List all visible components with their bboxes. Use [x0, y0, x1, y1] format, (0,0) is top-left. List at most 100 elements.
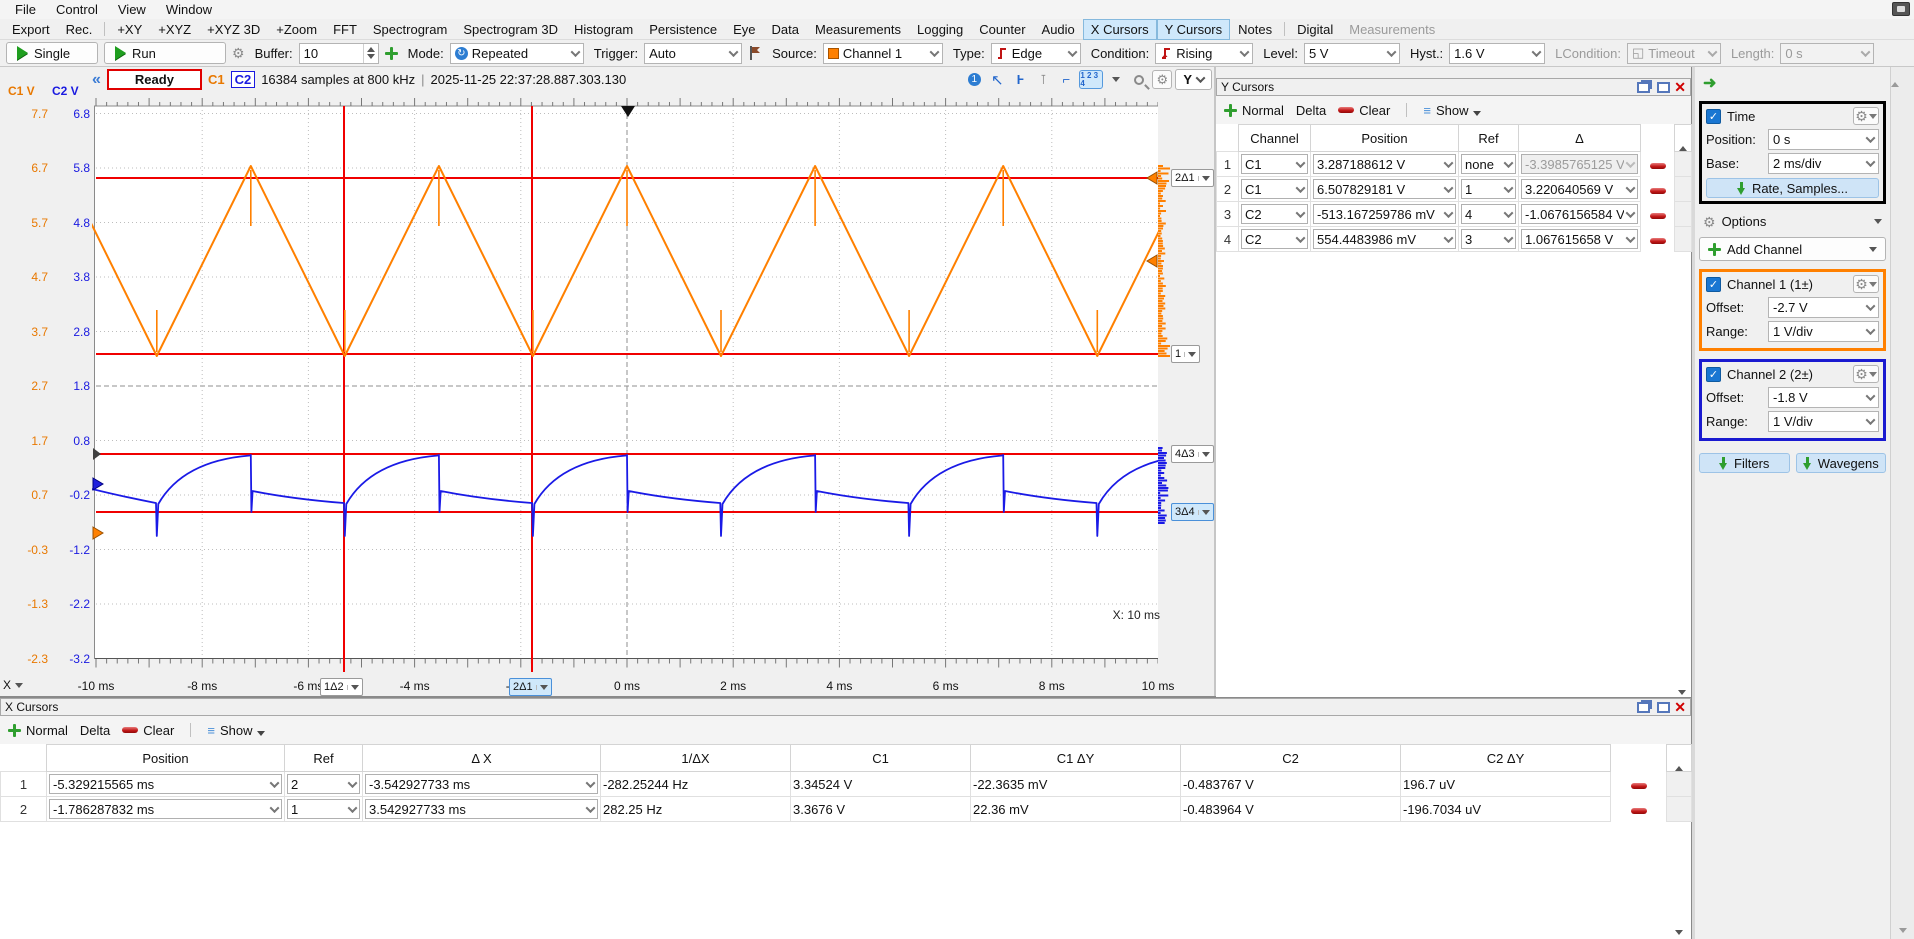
- tab-xy[interactable]: +XY: [109, 19, 150, 40]
- tab-logging[interactable]: Logging: [909, 19, 971, 40]
- options-row[interactable]: ⚙ Options: [1699, 212, 1886, 231]
- scrollbar[interactable]: [1675, 202, 1692, 227]
- channel1-checkbox[interactable]: ✓: [1706, 277, 1721, 292]
- tab-histogram[interactable]: Histogram: [566, 19, 641, 40]
- channel1-offset-select[interactable]: -2.7 V: [1768, 297, 1879, 318]
- position-field[interactable]: -1.786287832 ms: [49, 799, 282, 819]
- clear-cursors-button[interactable]: Clear: [1338, 103, 1390, 118]
- ref-select[interactable]: 3: [1461, 229, 1516, 249]
- tab-xyz[interactable]: +XYZ: [150, 19, 199, 40]
- x-cursor-badge[interactable]: 2Δ1: [509, 678, 552, 696]
- rate-samples-button[interactable]: Rate, Samples...: [1706, 178, 1879, 198]
- delta-field[interactable]: 3.220640569 V: [1521, 179, 1638, 199]
- level-select[interactable]: 5 V: [1304, 43, 1400, 64]
- scrollbar[interactable]: [1667, 772, 1692, 797]
- menu-control[interactable]: Control: [47, 1, 107, 18]
- delete-cursor-button[interactable]: [1650, 213, 1666, 219]
- scrollbar-down[interactable]: [1674, 690, 1690, 695]
- menu-file[interactable]: File: [6, 1, 45, 18]
- gear-icon[interactable]: ⚙: [1152, 70, 1172, 89]
- scrollbar[interactable]: [1667, 797, 1692, 822]
- y-axis-mode-button[interactable]: Y: [1175, 69, 1212, 90]
- fit-horizontal-icon[interactable]: Ⱶ: [1010, 70, 1030, 89]
- scrollbar[interactable]: [1675, 125, 1692, 152]
- run-button[interactable]: Run: [104, 42, 226, 64]
- float-window-icon[interactable]: [1637, 82, 1650, 93]
- float-window-icon[interactable]: [1637, 702, 1650, 713]
- x-cursor-badge[interactable]: 1Δ2: [320, 678, 363, 696]
- position-field[interactable]: 6.507829181 V: [1313, 179, 1456, 199]
- single-button[interactable]: Single: [6, 42, 98, 64]
- channel1-range-select[interactable]: 1 V/div: [1768, 321, 1879, 342]
- tab-xyz3d[interactable]: +XYZ 3D: [199, 19, 268, 40]
- tab-digital[interactable]: Digital: [1289, 19, 1341, 40]
- position-field[interactable]: 554.4483986 mV: [1313, 229, 1456, 249]
- tab-data[interactable]: Data: [764, 19, 807, 40]
- tab-spectrogram3d[interactable]: Spectrogram 3D: [455, 19, 566, 40]
- channel-select[interactable]: C1: [1241, 154, 1308, 174]
- tab-zoom[interactable]: +Zoom: [268, 19, 325, 40]
- scrollbar-down[interactable]: [1670, 930, 1688, 935]
- trigger-select[interactable]: Auto: [644, 43, 742, 64]
- position-field[interactable]: 3.287188612 V: [1313, 154, 1456, 174]
- delete-cursor-button[interactable]: [1631, 783, 1647, 789]
- channel-select[interactable]: C2: [1241, 204, 1308, 224]
- magnifier-icon[interactable]: [1129, 70, 1149, 89]
- y-cursor-badge[interactable]: 3Δ4: [1171, 503, 1214, 521]
- tab-counter[interactable]: Counter: [971, 19, 1033, 40]
- add-normal-cursor-button[interactable]: Normal: [8, 723, 68, 738]
- add-acquisition-icon[interactable]: [385, 47, 398, 60]
- add-channel-button[interactable]: Add Channel: [1699, 237, 1886, 261]
- ref-select[interactable]: 2: [287, 774, 360, 794]
- channel2-range-select[interactable]: 1 V/div: [1768, 411, 1879, 432]
- tab-y-cursors[interactable]: Y Cursors: [1157, 19, 1231, 40]
- menu-view[interactable]: View: [109, 1, 155, 18]
- expand-arrow-icon[interactable]: ➜: [1703, 73, 1886, 93]
- ref-select[interactable]: 4: [1461, 204, 1516, 224]
- y-cursors-title-bar[interactable]: Y Cursors ✕: [1216, 78, 1691, 96]
- ref-select[interactable]: 1: [287, 799, 360, 819]
- y-cursor-badge[interactable]: 4Δ3: [1171, 445, 1214, 463]
- add-delta-cursor-button[interactable]: Delta: [80, 723, 110, 738]
- c1-tag[interactable]: C1: [208, 72, 225, 87]
- tab-fft[interactable]: FFT: [325, 19, 365, 40]
- clear-cursors-button[interactable]: Clear: [122, 723, 174, 738]
- dx-field[interactable]: -3.542927733 ms: [365, 774, 598, 794]
- lcondition-select[interactable]: ◱ Timeout: [1627, 43, 1721, 64]
- scope-plot[interactable]: [92, 92, 1158, 676]
- add-normal-cursor-button[interactable]: Normal: [1224, 103, 1284, 118]
- collapse-chevrons-icon[interactable]: «: [92, 73, 101, 87]
- tab-audio[interactable]: Audio: [1034, 19, 1083, 40]
- delete-cursor-button[interactable]: [1650, 238, 1666, 244]
- show-menu-button[interactable]: ≡ Show: [1423, 103, 1481, 118]
- ref-select[interactable]: 1: [1461, 179, 1516, 199]
- x-cursors-title-bar[interactable]: X Cursors ✕: [0, 698, 1691, 716]
- wavegens-button[interactable]: Wavegens: [1796, 453, 1887, 473]
- quad-view-button[interactable]: 1 2 3 4: [1079, 70, 1103, 89]
- channel-select[interactable]: C1: [1241, 179, 1308, 199]
- tab-x-cursors[interactable]: X Cursors: [1083, 19, 1157, 40]
- time-base-select[interactable]: 2 ms/div: [1768, 153, 1879, 174]
- delete-cursor-button[interactable]: [1631, 808, 1647, 814]
- maximize-window-icon[interactable]: [1657, 82, 1670, 93]
- y-cursor-badge[interactable]: 2Δ1: [1171, 169, 1214, 187]
- align-levels-icon[interactable]: ⌐: [1056, 70, 1076, 89]
- dx-field[interactable]: 3.542927733 ms: [365, 799, 598, 819]
- mode-select[interactable]: ↻ Repeated: [450, 43, 584, 64]
- ref-select[interactable]: none: [1461, 154, 1516, 174]
- spin-arrows[interactable]: [363, 44, 378, 63]
- scrollbar[interactable]: [1675, 177, 1692, 202]
- c2-tag[interactable]: C2: [231, 71, 256, 88]
- x-axis-mode-button[interactable]: X: [3, 678, 23, 692]
- delta-field[interactable]: -1.0676156584 V: [1521, 204, 1638, 224]
- tab-eye[interactable]: Eye: [725, 19, 763, 40]
- caret-down-icon[interactable]: [1106, 70, 1126, 89]
- scrollbar[interactable]: [1675, 227, 1692, 252]
- tab-notes[interactable]: Notes: [1230, 19, 1280, 40]
- condition-select[interactable]: Rising: [1155, 43, 1253, 64]
- close-icon[interactable]: ✕: [1674, 81, 1686, 93]
- menu-window[interactable]: Window: [157, 1, 221, 18]
- buffer-gear-icon[interactable]: ⚙: [232, 46, 245, 60]
- close-icon[interactable]: ✕: [1674, 701, 1686, 713]
- position-field[interactable]: -5.329215565 ms: [49, 774, 282, 794]
